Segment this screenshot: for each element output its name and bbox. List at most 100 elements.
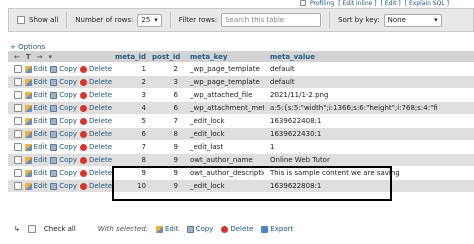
show-all-checkbox[interactable] bbox=[17, 16, 25, 24]
arrow-right-icon[interactable]: → bbox=[37, 53, 43, 61]
delete-row-button[interactable]: Delete bbox=[80, 91, 112, 99]
copy-row-button[interactable]: Copy bbox=[50, 169, 77, 177]
copy-row-button[interactable]: Copy bbox=[50, 78, 77, 86]
copy-label: Copy bbox=[59, 104, 77, 112]
row-checkbox[interactable] bbox=[14, 78, 22, 86]
check-all-checkbox[interactable] bbox=[27, 225, 36, 233]
delete-icon bbox=[80, 104, 87, 112]
col-header-meta-id[interactable]: meta_id bbox=[112, 53, 152, 61]
edit-inline-link[interactable]: [ Edit inline ] bbox=[338, 0, 376, 7]
table-row: Edit Copy Delete 10 9 _edit_lock 1639622… bbox=[8, 180, 474, 193]
cell-post-id: 9 bbox=[173, 143, 178, 151]
cell-meta-value: 1639622808:1 bbox=[270, 182, 322, 190]
col-header-meta-key[interactable]: meta_key bbox=[184, 53, 264, 61]
copy-row-button[interactable]: Copy bbox=[50, 117, 77, 125]
toolbar-divider bbox=[66, 12, 68, 28]
edit-label: Edit bbox=[33, 130, 48, 138]
delete-row-button[interactable]: Delete bbox=[80, 130, 112, 138]
options-link[interactable]: + Options bbox=[10, 43, 45, 51]
col-header-post-id[interactable]: post_id bbox=[152, 53, 184, 61]
edit-row-button[interactable]: Edit bbox=[24, 156, 47, 164]
delete-row-button[interactable]: Delete bbox=[80, 169, 112, 177]
edit-row-button[interactable]: Edit bbox=[24, 117, 47, 125]
edit-label: Edit bbox=[33, 182, 48, 190]
copy-row-button[interactable]: Copy bbox=[50, 130, 77, 138]
bulk-export-label: Export bbox=[270, 225, 294, 233]
cell-meta-key: _wp_attached_file bbox=[190, 91, 253, 99]
delete-icon bbox=[80, 143, 87, 151]
filter-label: Filter rows: bbox=[178, 16, 218, 24]
table-row: Edit Copy Delete 4 6 _wp_attachment_meta… bbox=[8, 102, 474, 115]
row-checkbox[interactable] bbox=[14, 143, 22, 151]
delete-row-button[interactable]: Delete bbox=[80, 117, 112, 125]
cell-post-id: 9 bbox=[173, 156, 178, 164]
delete-label: Delete bbox=[89, 130, 112, 138]
cell-meta-id: 9 bbox=[141, 169, 146, 177]
edit-row-button[interactable]: Edit bbox=[24, 143, 47, 151]
row-checkbox[interactable] bbox=[14, 65, 22, 73]
cell-meta-key: _wp_page_template bbox=[190, 78, 260, 86]
copy-row-button[interactable]: Copy bbox=[50, 91, 77, 99]
copy-row-button[interactable]: Copy bbox=[50, 65, 77, 73]
cell-meta-id: 5 bbox=[141, 117, 146, 125]
edit-row-button[interactable]: Edit bbox=[24, 104, 47, 112]
arrow-left-icon[interactable]: ← bbox=[14, 53, 20, 61]
delete-icon bbox=[80, 130, 87, 138]
copy-icon bbox=[50, 104, 58, 112]
cell-post-id: 6 bbox=[173, 91, 178, 99]
edit-row-button[interactable]: Edit bbox=[24, 182, 48, 190]
copy-row-button[interactable]: Copy bbox=[50, 156, 77, 164]
col-header-meta-value[interactable]: meta_value bbox=[264, 53, 474, 61]
delete-icon bbox=[80, 78, 87, 86]
delete-row-button[interactable]: Delete bbox=[80, 78, 112, 86]
delete-row-button[interactable]: Delete bbox=[80, 65, 112, 73]
edit-row-button[interactable]: Edit bbox=[24, 78, 47, 86]
bulk-copy-label: Copy bbox=[195, 225, 214, 233]
cell-meta-key: _edit_lock bbox=[190, 182, 225, 190]
row-checkbox[interactable] bbox=[14, 169, 22, 177]
delete-icon bbox=[80, 182, 87, 190]
delete-row-button[interactable]: Delete bbox=[80, 143, 112, 151]
column-arrows: ← T → ▾ bbox=[8, 53, 112, 61]
edit-row-button[interactable]: Edit bbox=[24, 130, 48, 138]
row-checkbox[interactable] bbox=[14, 156, 22, 164]
row-checkbox[interactable] bbox=[14, 182, 22, 190]
sort-select[interactable]: None ▾ bbox=[383, 13, 442, 27]
table-row: Edit Copy Delete 9 9 owt_author_descript… bbox=[8, 167, 474, 180]
bulk-edit-button[interactable]: Edit bbox=[156, 225, 179, 233]
pencil-icon bbox=[24, 130, 32, 138]
edit-row-button[interactable]: Edit bbox=[24, 65, 47, 73]
bulk-export-button[interactable]: Export bbox=[261, 225, 293, 233]
cell-post-id: 6 bbox=[173, 104, 178, 112]
pencil-icon bbox=[156, 225, 163, 233]
cell-meta-value: 1 bbox=[270, 143, 275, 151]
explain-sql-link[interactable]: [ Explain SQL ] bbox=[405, 0, 449, 7]
edit-row-button[interactable]: Edit bbox=[24, 169, 47, 177]
cell-meta-value: Online Web Tutor bbox=[270, 156, 330, 164]
copy-row-button[interactable]: Copy bbox=[50, 104, 77, 112]
row-checkbox[interactable] bbox=[14, 117, 22, 125]
chevron-down-icon: ▾ bbox=[154, 16, 158, 24]
rows-select[interactable]: 25 ▾ bbox=[137, 13, 162, 27]
copy-row-button[interactable]: Copy bbox=[50, 182, 77, 190]
bulk-delete-button[interactable]: Delete bbox=[221, 225, 253, 233]
edit-row-button[interactable]: Edit bbox=[24, 91, 47, 99]
edit-link[interactable]: [ Edit ] bbox=[381, 0, 401, 7]
profiling-checkbox[interactable] bbox=[300, 0, 306, 6]
chevron-down-icon: ▾ bbox=[434, 16, 438, 24]
table-row: Edit Copy Delete 1 2 _wp_page_template d… bbox=[8, 63, 474, 76]
row-checkbox[interactable] bbox=[14, 104, 22, 112]
row-checkbox[interactable] bbox=[14, 130, 22, 138]
top-links: Profiling [ Edit inline ] [ Edit ] [ Exp… bbox=[300, 0, 449, 7]
bulk-copy-button[interactable]: Copy bbox=[186, 225, 214, 233]
delete-row-button[interactable]: Delete bbox=[80, 182, 112, 190]
filter-input[interactable]: Search this table bbox=[221, 13, 322, 27]
check-all-label[interactable]: Check all bbox=[44, 225, 76, 233]
cell-meta-key: _wp_attachment_metadata bbox=[190, 104, 264, 112]
chevron-down-icon[interactable]: ▾ bbox=[49, 53, 53, 61]
delete-row-button[interactable]: Delete bbox=[80, 104, 112, 112]
column-toggle-icon[interactable]: T bbox=[26, 53, 31, 61]
row-checkbox[interactable] bbox=[14, 91, 22, 99]
delete-row-button[interactable]: Delete bbox=[80, 156, 112, 164]
copy-row-button[interactable]: Copy bbox=[50, 143, 77, 151]
